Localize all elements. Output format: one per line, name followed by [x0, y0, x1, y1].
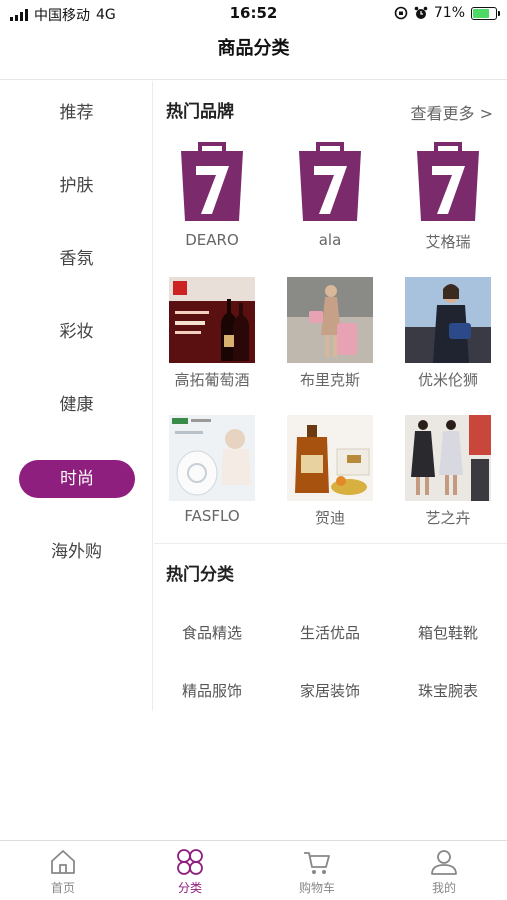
category-jewelry-watch[interactable]: 珠宝腕表	[393, 680, 503, 701]
battery-icon	[471, 6, 500, 20]
hot-categories-title: 热门分类	[166, 565, 234, 585]
handbag-model-photo	[405, 277, 491, 363]
tab-label: 购物车	[298, 881, 335, 895]
rotation-lock-icon	[394, 6, 408, 20]
luggage-model-photo	[287, 277, 373, 363]
humidifier-photo	[169, 415, 255, 501]
home-icon	[51, 850, 75, 874]
tab-label: 首页	[50, 881, 75, 895]
section-divider	[154, 543, 507, 544]
wine-bottle-photo	[169, 277, 255, 363]
battery-percent: 71%	[433, 5, 465, 21]
tab-label: 我的	[431, 881, 456, 895]
liquor-bottle-photo	[287, 415, 373, 501]
brand-name: 高拓葡萄酒	[174, 371, 250, 389]
nav-bar: 商品分类	[0, 28, 507, 80]
category-sidebar: 推荐 护肤 香氛 彩妆 健康 时尚 海外购	[0, 81, 153, 711]
sidebar-item-health[interactable]: 健康	[0, 385, 153, 425]
sidebar-item-recommend[interactable]: 推荐	[0, 93, 153, 133]
brand-name: FASFLO	[184, 507, 240, 525]
tab-cart[interactable]: 购物车	[254, 847, 380, 896]
category-food[interactable]: 食品精选	[157, 622, 267, 643]
category-icon	[177, 849, 203, 875]
cart-icon	[304, 852, 330, 874]
sidebar-item-overseas[interactable]: 海外购	[0, 532, 153, 572]
brand-name: DEARO	[185, 231, 239, 249]
category-apparel[interactable]: 精品服饰	[157, 680, 267, 701]
brand-item[interactable]: 布里克斯	[280, 277, 380, 390]
status-bar: 中国移动 4G 16:52 71%	[0, 0, 507, 28]
brand-item[interactable]: 艺之卉	[398, 415, 498, 528]
category-life[interactable]: 生活优品	[275, 622, 385, 643]
seven-bag-logo-icon	[299, 142, 361, 221]
seven-bag-logo-icon	[417, 142, 479, 221]
category-content: 热门品牌 查看更多 > DEARO ala 艾格瑞 高拓葡萄酒 布里克斯 优米伦…	[154, 81, 507, 711]
see-more-link[interactable]: 查看更多 >	[411, 100, 494, 124]
brand-item[interactable]: 艾格瑞	[398, 139, 498, 252]
brand-name: 布里克斯	[299, 371, 360, 389]
tab-category[interactable]: 分类	[127, 847, 253, 896]
alarm-icon	[414, 6, 428, 19]
page-title: 商品分类	[217, 38, 290, 59]
seven-bag-logo-icon	[181, 142, 243, 221]
fashion-models-photo	[405, 415, 491, 501]
category-bags-shoes[interactable]: 箱包鞋靴	[393, 622, 503, 643]
brand-item[interactable]: DEARO	[162, 139, 262, 249]
tab-label: 分类	[177, 881, 202, 895]
brand-name: ala	[318, 231, 342, 249]
tab-home[interactable]: 首页	[0, 847, 126, 896]
sidebar-item-fragrance[interactable]: 香氛	[0, 239, 153, 279]
user-icon	[431, 850, 457, 875]
sidebar-item-skincare[interactable]: 护肤	[0, 166, 153, 206]
brand-item[interactable]: 高拓葡萄酒	[162, 277, 262, 390]
status-right: 71%	[394, 5, 500, 21]
brand-item[interactable]: 优米伦狮	[398, 277, 498, 390]
brand-item[interactable]: ala	[280, 139, 380, 249]
battery-level	[473, 8, 489, 18]
category-home-decor[interactable]: 家居装饰	[275, 680, 385, 701]
sidebar-item-fashion[interactable]: 时尚	[19, 460, 135, 498]
brand-item[interactable]: FASFLO	[162, 415, 262, 525]
hot-brands-title: 热门品牌	[166, 102, 234, 122]
brand-name: 贺迪	[314, 509, 345, 527]
tab-profile[interactable]: 我的	[381, 847, 507, 896]
brand-item[interactable]: 贺迪	[280, 415, 380, 528]
brand-name: 艾格瑞	[425, 233, 471, 251]
brand-name: 艺之卉	[425, 509, 471, 527]
tab-bar: 首页 分类 购物车 我的	[0, 840, 507, 900]
brand-name: 优米伦狮	[417, 371, 478, 389]
sidebar-item-makeup[interactable]: 彩妆	[0, 312, 153, 352]
